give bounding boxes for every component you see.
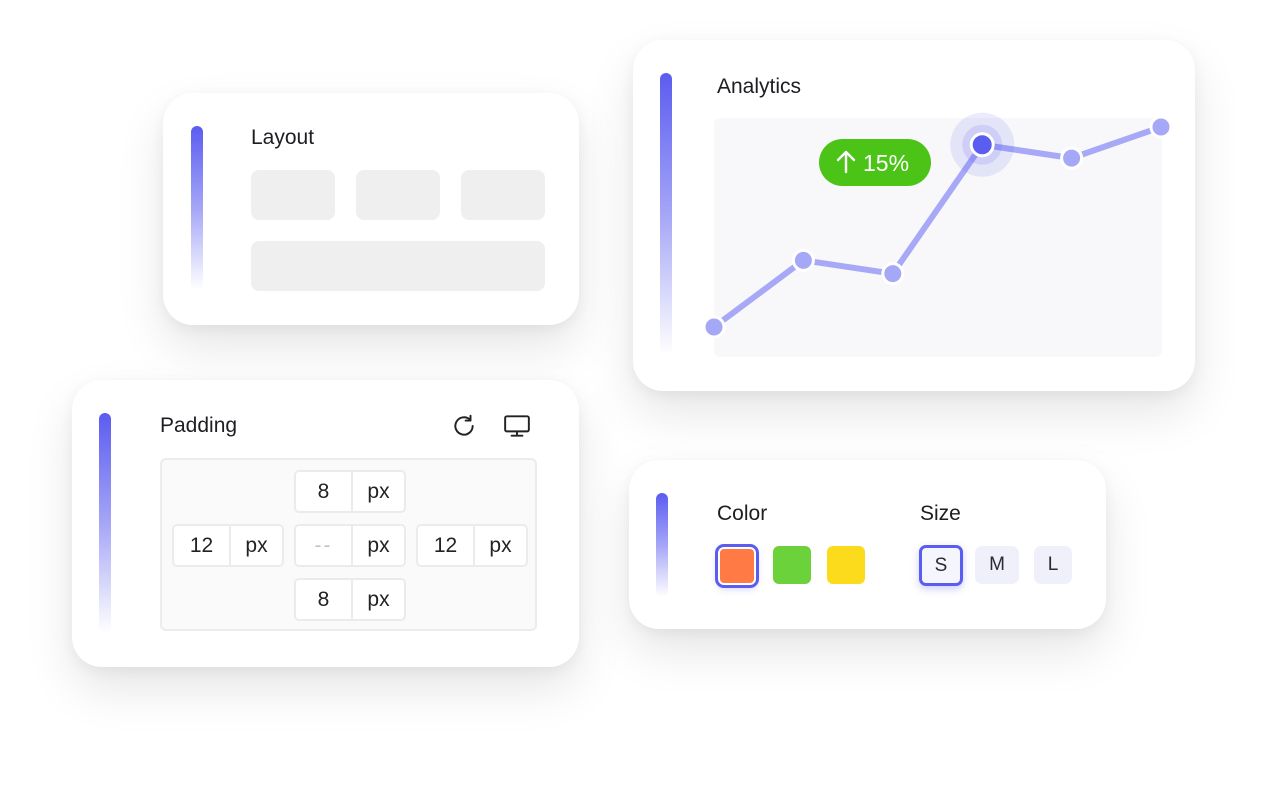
size-option-m[interactable]: M (975, 546, 1019, 584)
card-title: Layout (251, 126, 315, 149)
layout-block[interactable] (251, 170, 335, 220)
data-point[interactable] (791, 248, 815, 272)
line-chart: 15% (702, 112, 1173, 357)
accent-bar (99, 413, 111, 633)
size-option-l[interactable]: L (1034, 546, 1072, 584)
color-swatch-yellow[interactable] (827, 546, 865, 584)
layout-block[interactable] (461, 170, 545, 220)
reset-button[interactable] (449, 411, 479, 441)
layout-block-wide[interactable] (251, 241, 545, 291)
size-option-s[interactable]: S (919, 545, 963, 586)
padding-unit[interactable]: px (353, 472, 404, 511)
padding-value[interactable]: 12 (418, 526, 475, 565)
padding-value[interactable]: 8 (296, 580, 353, 619)
badge-text: 15% (863, 150, 909, 176)
analytics-card: Analytics 15% (633, 40, 1195, 391)
padding-value[interactable]: -- (296, 526, 353, 565)
padding-editor: 8 px 12 px -- px 12 px 8 px (160, 458, 537, 631)
padding-right-input[interactable]: 12 px (416, 524, 528, 567)
data-point[interactable] (881, 262, 905, 286)
color-label: Color (717, 502, 768, 525)
accent-bar (191, 126, 203, 290)
padding-center-input[interactable]: -- px (294, 524, 406, 567)
data-point[interactable] (1060, 146, 1084, 170)
layout-card: Layout (163, 93, 579, 325)
trend-badge: 15% (819, 139, 931, 186)
device-button[interactable] (502, 411, 532, 441)
padding-top-input[interactable]: 8 px (294, 470, 406, 513)
padding-card: Padding 8 px 12 px -- px 12 px 8 px (72, 380, 579, 667)
padding-unit[interactable]: px (353, 526, 404, 565)
color-swatch-green[interactable] (773, 546, 811, 584)
attributes-card: Color Size S M L (629, 460, 1106, 629)
color-swatch-orange[interactable] (715, 544, 759, 588)
layout-block[interactable] (356, 170, 440, 220)
card-title: Padding (160, 414, 238, 437)
highlighted-data-point[interactable] (969, 132, 995, 158)
data-point[interactable] (1149, 115, 1173, 139)
padding-value[interactable]: 8 (296, 472, 353, 511)
size-label: Size (920, 502, 961, 525)
monitor-icon (504, 415, 530, 437)
chart-area (714, 118, 1162, 357)
padding-unit[interactable]: px (231, 526, 282, 565)
data-point[interactable] (702, 315, 726, 339)
padding-left-input[interactable]: 12 px (172, 524, 284, 567)
accent-bar (656, 493, 668, 597)
padding-value[interactable]: 12 (174, 526, 231, 565)
padding-unit[interactable]: px (475, 526, 526, 565)
padding-bottom-input[interactable]: 8 px (294, 578, 406, 621)
refresh-icon (454, 414, 474, 436)
padding-unit[interactable]: px (353, 580, 404, 619)
